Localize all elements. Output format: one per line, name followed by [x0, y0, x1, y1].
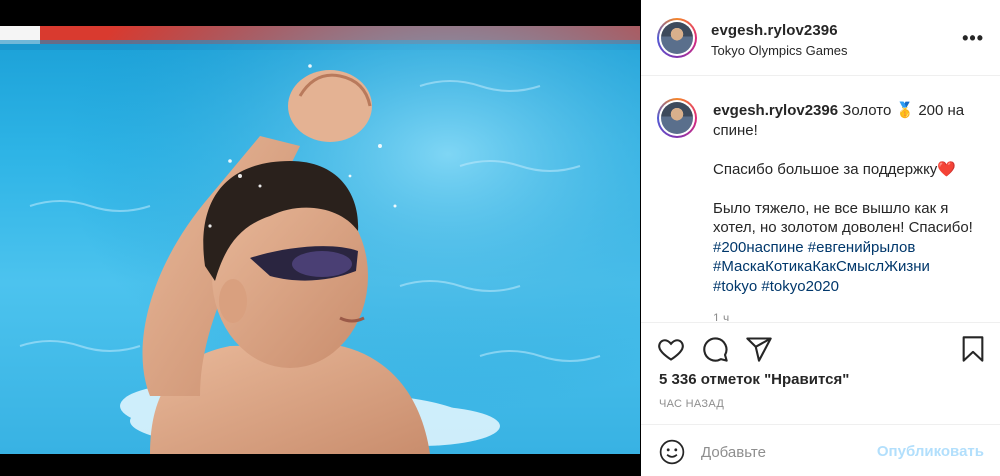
emoji-icon[interactable] [659, 439, 685, 465]
caption-line-3: Было тяжело, не все вышло как я хотел, н… [713, 199, 973, 237]
post-location[interactable]: Tokyo Olympics Games [711, 43, 848, 58]
more-options-icon[interactable]: ••• [962, 28, 984, 49]
hashtag[interactable]: #МаскаКотикаКакСмыслЖизни [713, 258, 930, 275]
hashtag[interactable]: #tokyo [713, 278, 757, 295]
avatar[interactable] [657, 18, 697, 58]
hashtag[interactable]: #200наспине [713, 239, 804, 256]
caption-text: evgesh.rylov2396 Золото 🥇 200 на спине! … [713, 101, 991, 296]
action-bar [641, 322, 1000, 372]
post-time: ЧАС НАЗАД [659, 398, 725, 410]
hashtag[interactable]: #евгенийрылов [808, 239, 916, 256]
swimmer-photo-illustration [0, 26, 640, 454]
caption-area: evgesh.rylov2396 Золото 🥇 200 на спине! … [641, 77, 1000, 321]
share-icon[interactable] [745, 335, 773, 363]
caption-avatar[interactable] [657, 98, 697, 138]
caption-line-2: Спасибо большое за поддержку❤️ [713, 160, 956, 178]
hashtag[interactable]: #tokyo2020 [761, 278, 839, 295]
caption-username[interactable]: evgesh.rylov2396 [713, 102, 838, 119]
post-side-panel: evgesh.rylov2396 Tokyo Olympics Games ••… [641, 0, 1000, 476]
post-header: evgesh.rylov2396 Tokyo Olympics Games ••… [641, 0, 1000, 76]
comment-input[interactable] [701, 441, 871, 463]
heart-icon[interactable] [657, 335, 685, 363]
instagram-post-window: evgesh.rylov2396 Tokyo Olympics Games ••… [0, 0, 1000, 476]
bookmark-icon[interactable] [959, 335, 987, 363]
publish-button[interactable]: Опубликовать [877, 443, 984, 460]
caption-time: 1 ч [713, 311, 730, 321]
comment-bar: Опубликовать [641, 424, 1000, 476]
post-photo[interactable] [0, 26, 640, 454]
header-username[interactable]: evgesh.rylov2396 [711, 22, 838, 39]
comment-icon[interactable] [701, 335, 729, 363]
likes-count[interactable]: 5 336 отметок "Нравится" [659, 371, 849, 388]
